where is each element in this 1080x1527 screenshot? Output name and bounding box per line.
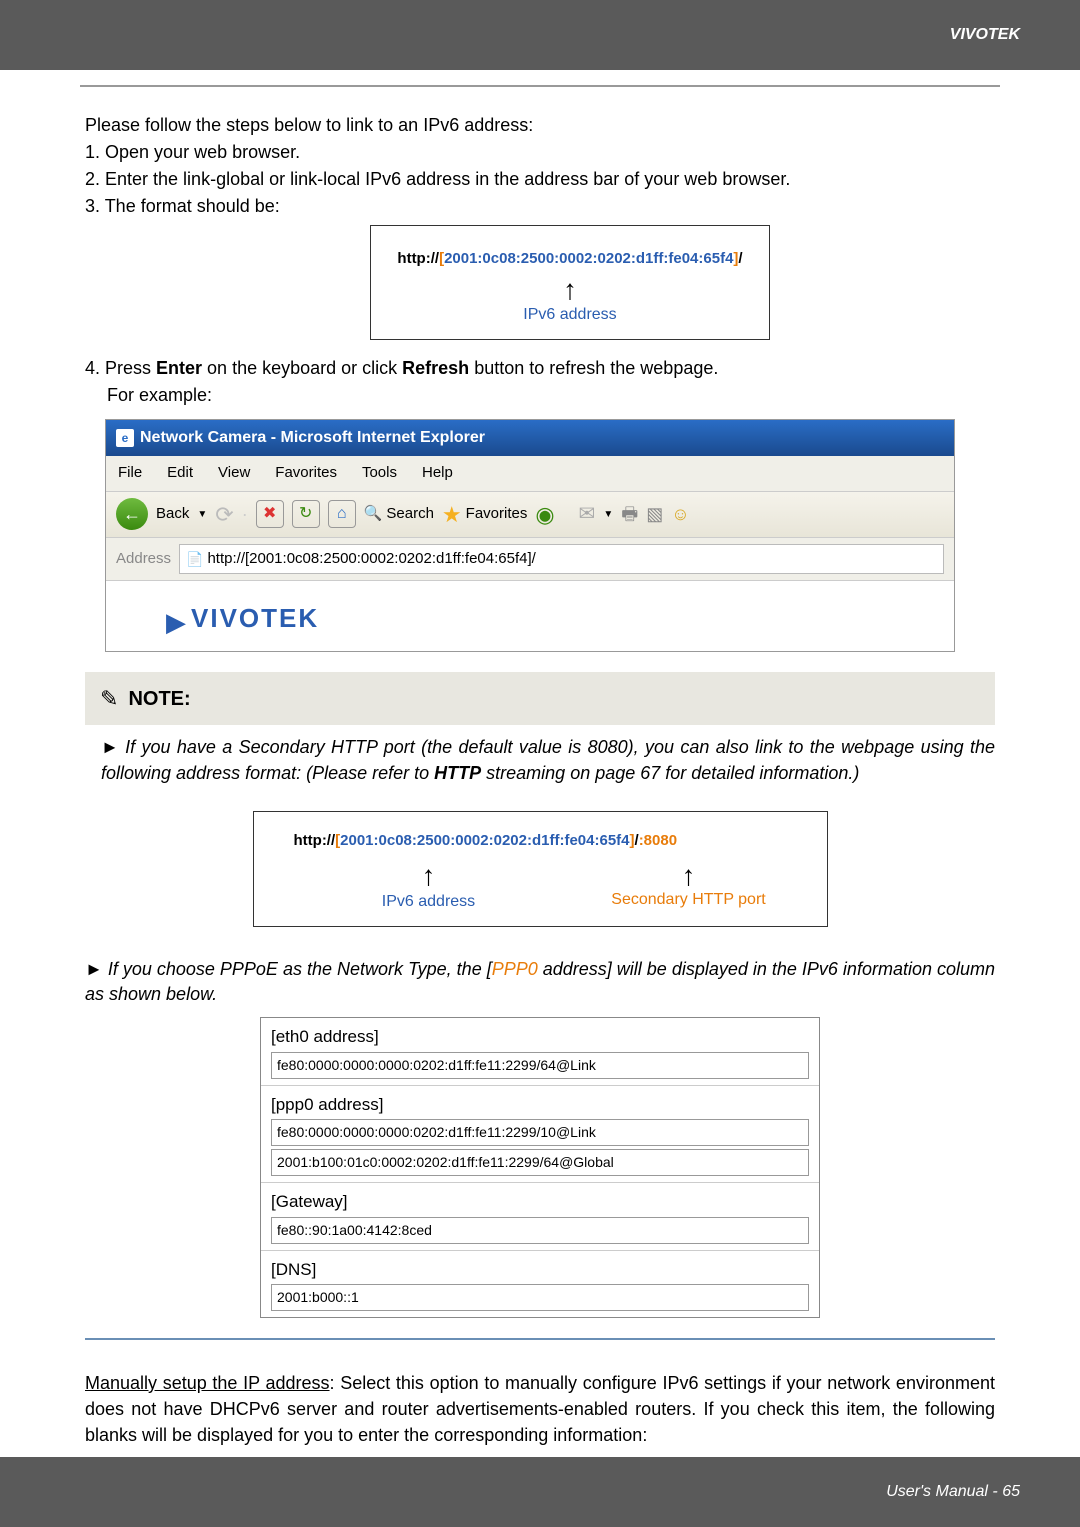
address-value: http://[2001:0c08:2500:0002:0202:d1ff:fe… <box>207 548 535 571</box>
step4-prefix: 4. Press <box>85 358 156 378</box>
separator: · <box>242 501 248 528</box>
ppp0-value-1: fe80:0000:0000:0000:0202:d1ff:fe11:2299/… <box>271 1119 809 1146</box>
step4-enter: Enter <box>156 358 202 378</box>
url-http: http:// <box>397 250 439 267</box>
menu-file[interactable]: File <box>118 462 142 485</box>
address-label: Address <box>116 548 171 571</box>
note1-c: streaming on page 67 for detailed inform… <box>481 763 859 783</box>
intro-lead: Please follow the steps below to link to… <box>85 112 995 139</box>
refresh-icon[interactable]: ↻ <box>292 500 320 528</box>
note2-a: If you choose PPPoE as the Network Type,… <box>108 959 492 979</box>
ie-toolbar: ← Back ▼ ⟳ · ✖ ↻ ⌂ 🔍 Search ★ Favorites … <box>106 492 954 538</box>
forward-icon[interactable]: ⟳ <box>215 498 233 531</box>
note1-b: HTTP <box>434 763 481 783</box>
ie-content-area: ▶ VIVOTEK <box>106 581 954 651</box>
back-label[interactable]: Back <box>156 503 189 526</box>
pppoe-info-box: [eth0 address] fe80:0000:0000:0000:0202:… <box>260 1017 820 1318</box>
ppp0-label: [ppp0 address] <box>271 1092 809 1118</box>
arrow-up-icon-2: ↑ <box>269 865 589 887</box>
arrow-up-icon-3: ↑ <box>589 865 789 887</box>
url2-ipv6label: IPv6 address <box>269 890 589 914</box>
footer-bar: User's Manual - 65 <box>0 1457 1080 1527</box>
star-icon: ★ <box>442 498 462 531</box>
ppp0-value-2: 2001:b100:01c0:0002:0202:d1ff:fe11:2299/… <box>271 1149 809 1176</box>
ie-icon: e <box>116 429 134 447</box>
step-2: 2. Enter the link-global or link-local I… <box>85 166 995 193</box>
note-heading-box: ✎ NOTE: <box>85 672 995 725</box>
step-4: 4. Press Enter on the keyboard or click … <box>85 355 995 382</box>
home-icon[interactable]: ⌂ <box>328 500 356 528</box>
ie-titlebar: e Network Camera - Microsoft Internet Ex… <box>106 420 954 456</box>
mail-dropdown-icon[interactable]: ▼ <box>603 507 613 522</box>
url2-addr: 2001:0c08:2500:0002:0202:d1ff:fe04:65f4 <box>340 832 629 849</box>
favorites-label: Favorites <box>466 503 528 526</box>
gateway-section: [Gateway] fe80::90:1a00:4142:8ced <box>261 1183 819 1251</box>
footer-text: User's Manual - 65 <box>886 1483 1020 1501</box>
arrow-up-icon: ↑ <box>386 279 754 301</box>
ie-address-bar: Address 📄 http://[2001:0c08:2500:0002:02… <box>106 538 954 582</box>
ie-menubar: File Edit View Favorites Tools Help <box>106 456 954 492</box>
print-icon[interactable]: 🖶 <box>621 501 638 528</box>
dns-section: [DNS] 2001:b000::1 <box>261 1251 819 1318</box>
section-divider <box>85 1338 995 1340</box>
menu-tools[interactable]: Tools <box>362 462 397 485</box>
gateway-label: [Gateway] <box>271 1189 809 1215</box>
url2-http: http:// <box>294 832 336 849</box>
url2-port: :8080 <box>639 832 677 849</box>
search-button[interactable]: 🔍 Search <box>364 503 434 526</box>
back-dropdown-icon[interactable]: ▼ <box>197 507 207 522</box>
history-icon[interactable]: ◉ <box>535 498 554 531</box>
address-input[interactable]: 📄 http://[2001:0c08:2500:0002:0202:d1ff:… <box>179 544 944 575</box>
discuss-icon[interactable]: ☺ <box>671 501 689 528</box>
gateway-value: fe80::90:1a00:4142:8ced <box>271 1217 809 1244</box>
mail-icon[interactable]: ✉ <box>579 499 596 529</box>
dns-label: [DNS] <box>271 1257 809 1283</box>
ie-title-text: Network Camera - Microsoft Internet Expl… <box>140 426 485 450</box>
edit-icon[interactable]: ▧ <box>646 501 663 528</box>
menu-favorites[interactable]: Favorites <box>275 462 337 485</box>
ipv6-label: IPv6 address <box>386 303 754 327</box>
header-brand: VIVOTEK <box>950 26 1020 44</box>
note-heading: NOTE: <box>128 684 190 714</box>
ppp0-section: [ppp0 address] fe80:0000:0000:0000:0202:… <box>261 1086 819 1184</box>
search-icon: 🔍 <box>364 503 383 526</box>
step4-example: For example: <box>85 382 995 409</box>
note2-b: PPP0 <box>492 959 538 979</box>
menu-help[interactable]: Help <box>422 462 453 485</box>
url-format-box-2: http://[2001:0c08:2500:0002:0202:d1ff:fe… <box>253 811 828 927</box>
stop-icon[interactable]: ✖ <box>256 500 284 528</box>
dns-value: 2001:b000::1 <box>271 1284 809 1311</box>
vivotek-logo-text: VIVOTEK <box>191 603 319 633</box>
url-ipv6-addr: 2001:0c08:2500:0002:0202:d1ff:fe04:65f4 <box>444 250 733 267</box>
header-bar: VIVOTEK <box>0 0 1080 70</box>
url2-portlabel: Secondary HTTP port <box>589 888 789 912</box>
manual-title: Manually setup the IP address <box>85 1373 330 1393</box>
menu-edit[interactable]: Edit <box>167 462 193 485</box>
note-item-1: ► If you have a Secondary HTTP port (the… <box>101 735 995 785</box>
ie-page-icon: 📄 <box>186 549 203 570</box>
step-3: 3. The format should be: <box>85 193 280 220</box>
note-item-2: ► If you choose PPPoE as the Network Typ… <box>85 957 995 1007</box>
back-button-icon[interactable]: ← <box>116 498 148 530</box>
step4-mid: on the keyboard or click <box>202 358 402 378</box>
favorites-button[interactable]: ★ Favorites <box>442 498 527 531</box>
vivotek-logo-icon: ▶ <box>166 607 186 637</box>
eth0-section: [eth0 address] fe80:0000:0000:0000:0202:… <box>261 1018 819 1086</box>
pencil-icon: ✎ <box>100 682 118 715</box>
eth0-label: [eth0 address] <box>271 1024 809 1050</box>
menu-view[interactable]: View <box>218 462 250 485</box>
step-1: 1. Open your web browser. <box>85 139 995 166</box>
url-format-box-1: http://[2001:0c08:2500:0002:0202:d1ff:fe… <box>370 225 770 340</box>
page-content: Please follow the steps below to link to… <box>0 87 1080 1448</box>
step4-suffix: button to refresh the webpage. <box>469 358 718 378</box>
eth0-value: fe80:0000:0000:0000:0202:d1ff:fe11:2299/… <box>271 1052 809 1079</box>
step4-refresh: Refresh <box>402 358 469 378</box>
url-tail: / <box>738 250 742 267</box>
search-label: Search <box>386 503 434 526</box>
ie-window: e Network Camera - Microsoft Internet Ex… <box>105 419 955 652</box>
manual-setup-paragraph: Manually setup the IP address: Select th… <box>85 1370 995 1448</box>
